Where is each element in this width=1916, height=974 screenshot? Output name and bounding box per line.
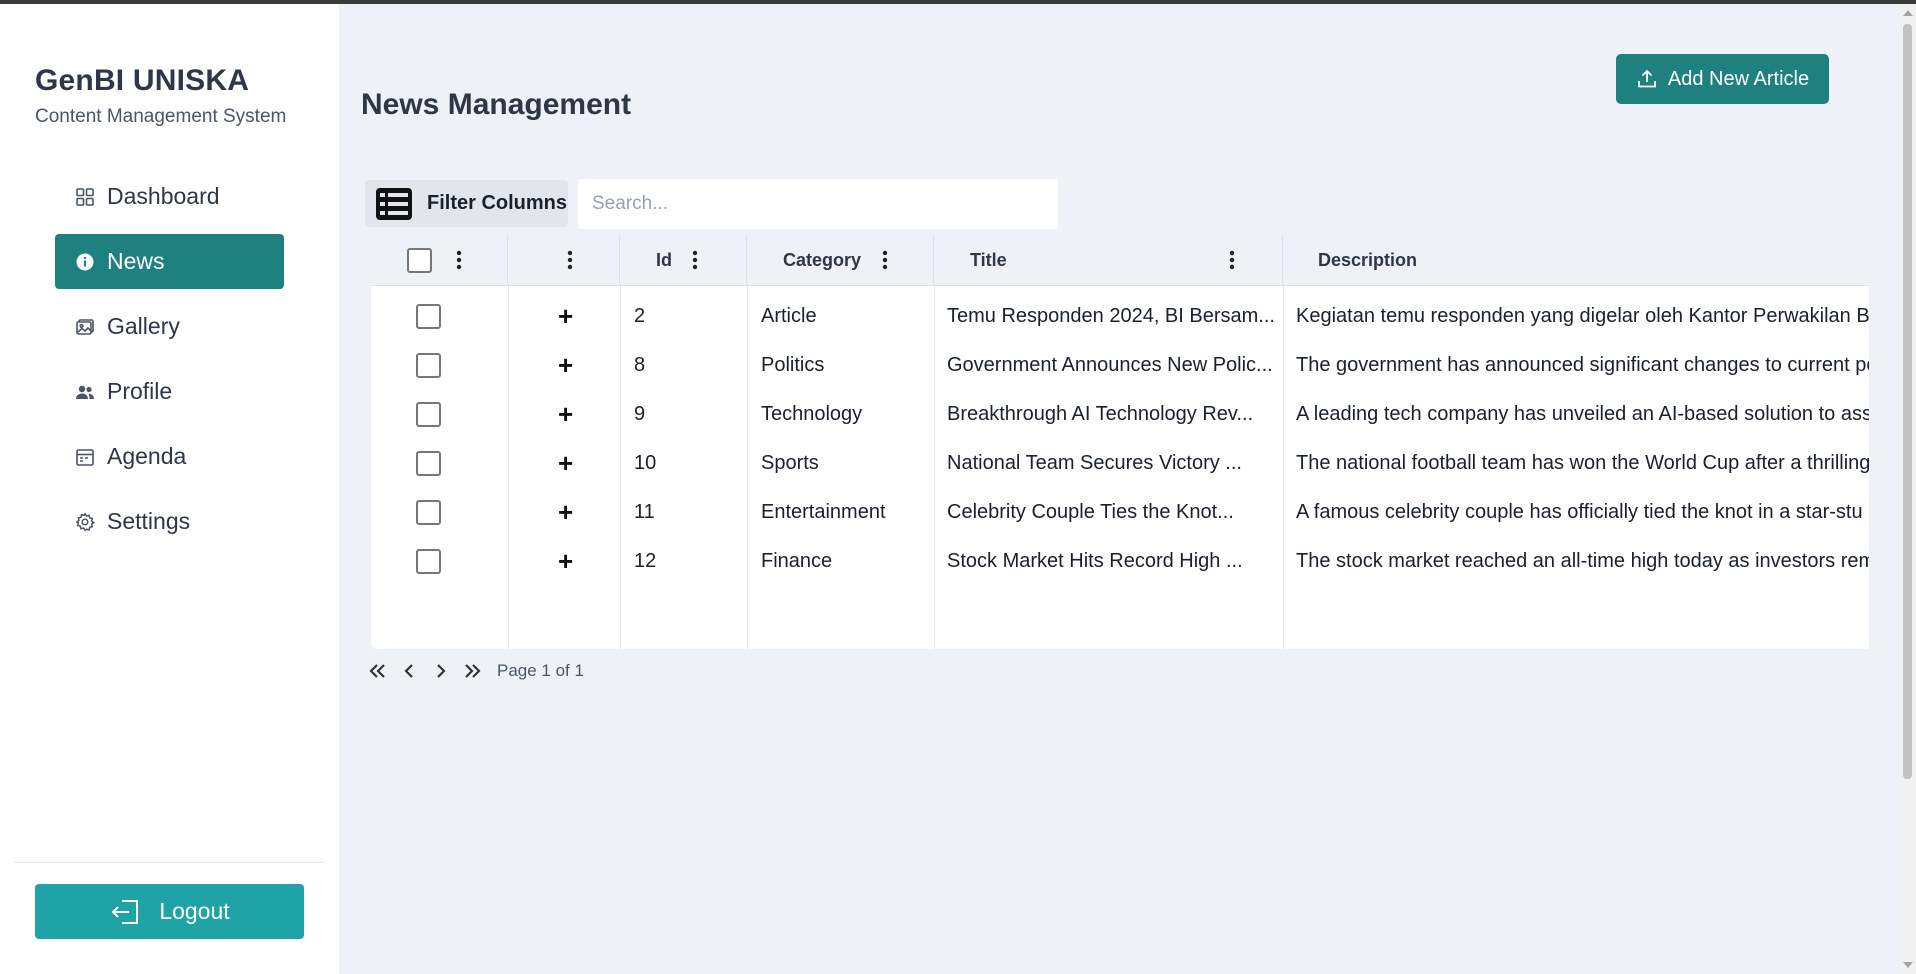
sidebar-nav: Dashboard News Gallery Profile Agenda Se… bbox=[55, 169, 284, 559]
gear-icon bbox=[75, 511, 95, 532]
expand-row-icon[interactable]: + bbox=[558, 303, 573, 329]
page-indicator: Page 1 of 1 bbox=[497, 661, 584, 680]
image-icon bbox=[75, 317, 95, 337]
upload-icon bbox=[1638, 69, 1656, 88]
scrollbar-thumb[interactable] bbox=[1903, 24, 1912, 779]
category-column-header[interactable]: Category bbox=[747, 235, 934, 286]
table-row[interactable]: +12 Finance Stock Market Hits Record High … bbox=[371, 531, 1869, 591]
row-checkbox[interactable] bbox=[416, 548, 441, 574]
table-header: Id Category Title Description bbox=[371, 235, 1869, 286]
sidebar-item-dashboard[interactable]: Dashboard bbox=[55, 169, 284, 224]
chevrons-right-icon bbox=[465, 664, 481, 678]
expand-row-icon[interactable]: + bbox=[558, 401, 573, 427]
brand-title: GenBI UNISKA bbox=[35, 64, 250, 97]
row-checkbox[interactable] bbox=[416, 352, 441, 378]
description-header-label: Description bbox=[1318, 250, 1418, 270]
logout-icon bbox=[111, 899, 139, 924]
expand-row-icon[interactable]: + bbox=[558, 499, 573, 525]
first-page-button[interactable] bbox=[365, 659, 389, 683]
previous-page-button[interactable] bbox=[397, 659, 421, 683]
sidebar: GenBI UNISKA Content Management System D… bbox=[0, 4, 339, 974]
select-all-checkbox[interactable] bbox=[407, 248, 432, 273]
brand-subtitle: Content Management System bbox=[35, 106, 287, 127]
row-checkbox[interactable] bbox=[416, 450, 441, 476]
title-header-label: Title bbox=[970, 250, 1007, 270]
calendar-icon bbox=[75, 447, 95, 467]
sidebar-item-label: Profile bbox=[107, 378, 173, 404]
page-title: News Management bbox=[361, 88, 632, 121]
info-icon bbox=[75, 252, 95, 272]
add-new-article-label: Add New Article bbox=[1667, 67, 1810, 90]
sidebar-item-agenda[interactable]: Agenda bbox=[55, 429, 284, 484]
id-header-label: Id bbox=[656, 250, 672, 270]
sidebar-item-profile[interactable]: Profile bbox=[55, 364, 284, 419]
news-table: Id Category Title Description +2 Article T… bbox=[371, 235, 1869, 649]
row-expand-cell: + bbox=[558, 531, 573, 591]
title-cell: Stock Market Hits Record High ... bbox=[947, 549, 1243, 572]
chevrons-left-icon bbox=[369, 664, 385, 678]
sidebar-divider bbox=[14, 862, 324, 863]
brand: GenBI UNISKA Content Management System bbox=[35, 64, 286, 128]
sidebar-item-settings[interactable]: Settings bbox=[55, 494, 284, 549]
id-cell: 12 bbox=[634, 549, 657, 572]
scroll-down-arrow-icon[interactable] bbox=[1903, 962, 1913, 968]
chevron-left-icon bbox=[404, 664, 413, 678]
category-cell: Finance bbox=[761, 549, 833, 572]
scroll-up-arrow-icon[interactable] bbox=[1903, 10, 1913, 16]
column-menu-icon[interactable] bbox=[567, 250, 573, 270]
title-column-header[interactable]: Title bbox=[934, 235, 1283, 286]
filter-columns-button[interactable]: Filter Columns bbox=[365, 180, 568, 227]
chevron-right-icon bbox=[437, 664, 446, 678]
column-menu-icon[interactable] bbox=[456, 250, 462, 270]
last-page-button[interactable] bbox=[461, 659, 485, 683]
id-column-header[interactable]: Id bbox=[620, 235, 747, 286]
expand-row-icon[interactable]: + bbox=[558, 352, 573, 378]
sidebar-item-label: Gallery bbox=[107, 313, 180, 339]
search-input[interactable] bbox=[578, 179, 1058, 229]
expand-column-header bbox=[508, 235, 620, 286]
table-list-icon bbox=[376, 187, 412, 220]
pagination: Page 1 of 1 bbox=[365, 656, 584, 686]
description-column-header[interactable]: Description bbox=[1283, 235, 1869, 286]
sidebar-item-label: News bbox=[107, 248, 165, 274]
logout-button[interactable]: Logout bbox=[35, 884, 304, 939]
sidebar-item-label: Agenda bbox=[107, 443, 187, 469]
vertical-scrollbar[interactable] bbox=[1899, 4, 1916, 974]
column-menu-icon[interactable] bbox=[1229, 250, 1235, 270]
add-new-article-button[interactable]: Add New Article bbox=[1616, 54, 1829, 104]
category-header-label: Category bbox=[783, 250, 862, 270]
sidebar-item-gallery[interactable]: Gallery bbox=[55, 299, 284, 354]
description-cell: The stock market reached an all-time hig… bbox=[1296, 549, 1869, 572]
expand-row-icon[interactable]: + bbox=[558, 548, 573, 574]
column-menu-icon[interactable] bbox=[692, 250, 698, 270]
column-menu-icon[interactable] bbox=[882, 250, 888, 270]
expand-row-icon[interactable]: + bbox=[558, 450, 573, 476]
row-checkbox[interactable] bbox=[416, 303, 441, 329]
users-icon bbox=[75, 382, 95, 402]
sidebar-item-label: Settings bbox=[107, 508, 191, 534]
next-page-button[interactable] bbox=[429, 659, 453, 683]
row-select-cell bbox=[416, 531, 441, 591]
grid-icon bbox=[75, 187, 95, 207]
sidebar-item-label: Dashboard bbox=[107, 183, 220, 209]
select-column-header bbox=[371, 235, 508, 286]
logout-label: Logout bbox=[159, 898, 230, 924]
filter-columns-label: Filter Columns bbox=[427, 192, 568, 214]
row-checkbox[interactable] bbox=[416, 401, 441, 427]
row-checkbox[interactable] bbox=[416, 499, 441, 525]
sidebar-item-news[interactable]: News bbox=[55, 234, 284, 289]
